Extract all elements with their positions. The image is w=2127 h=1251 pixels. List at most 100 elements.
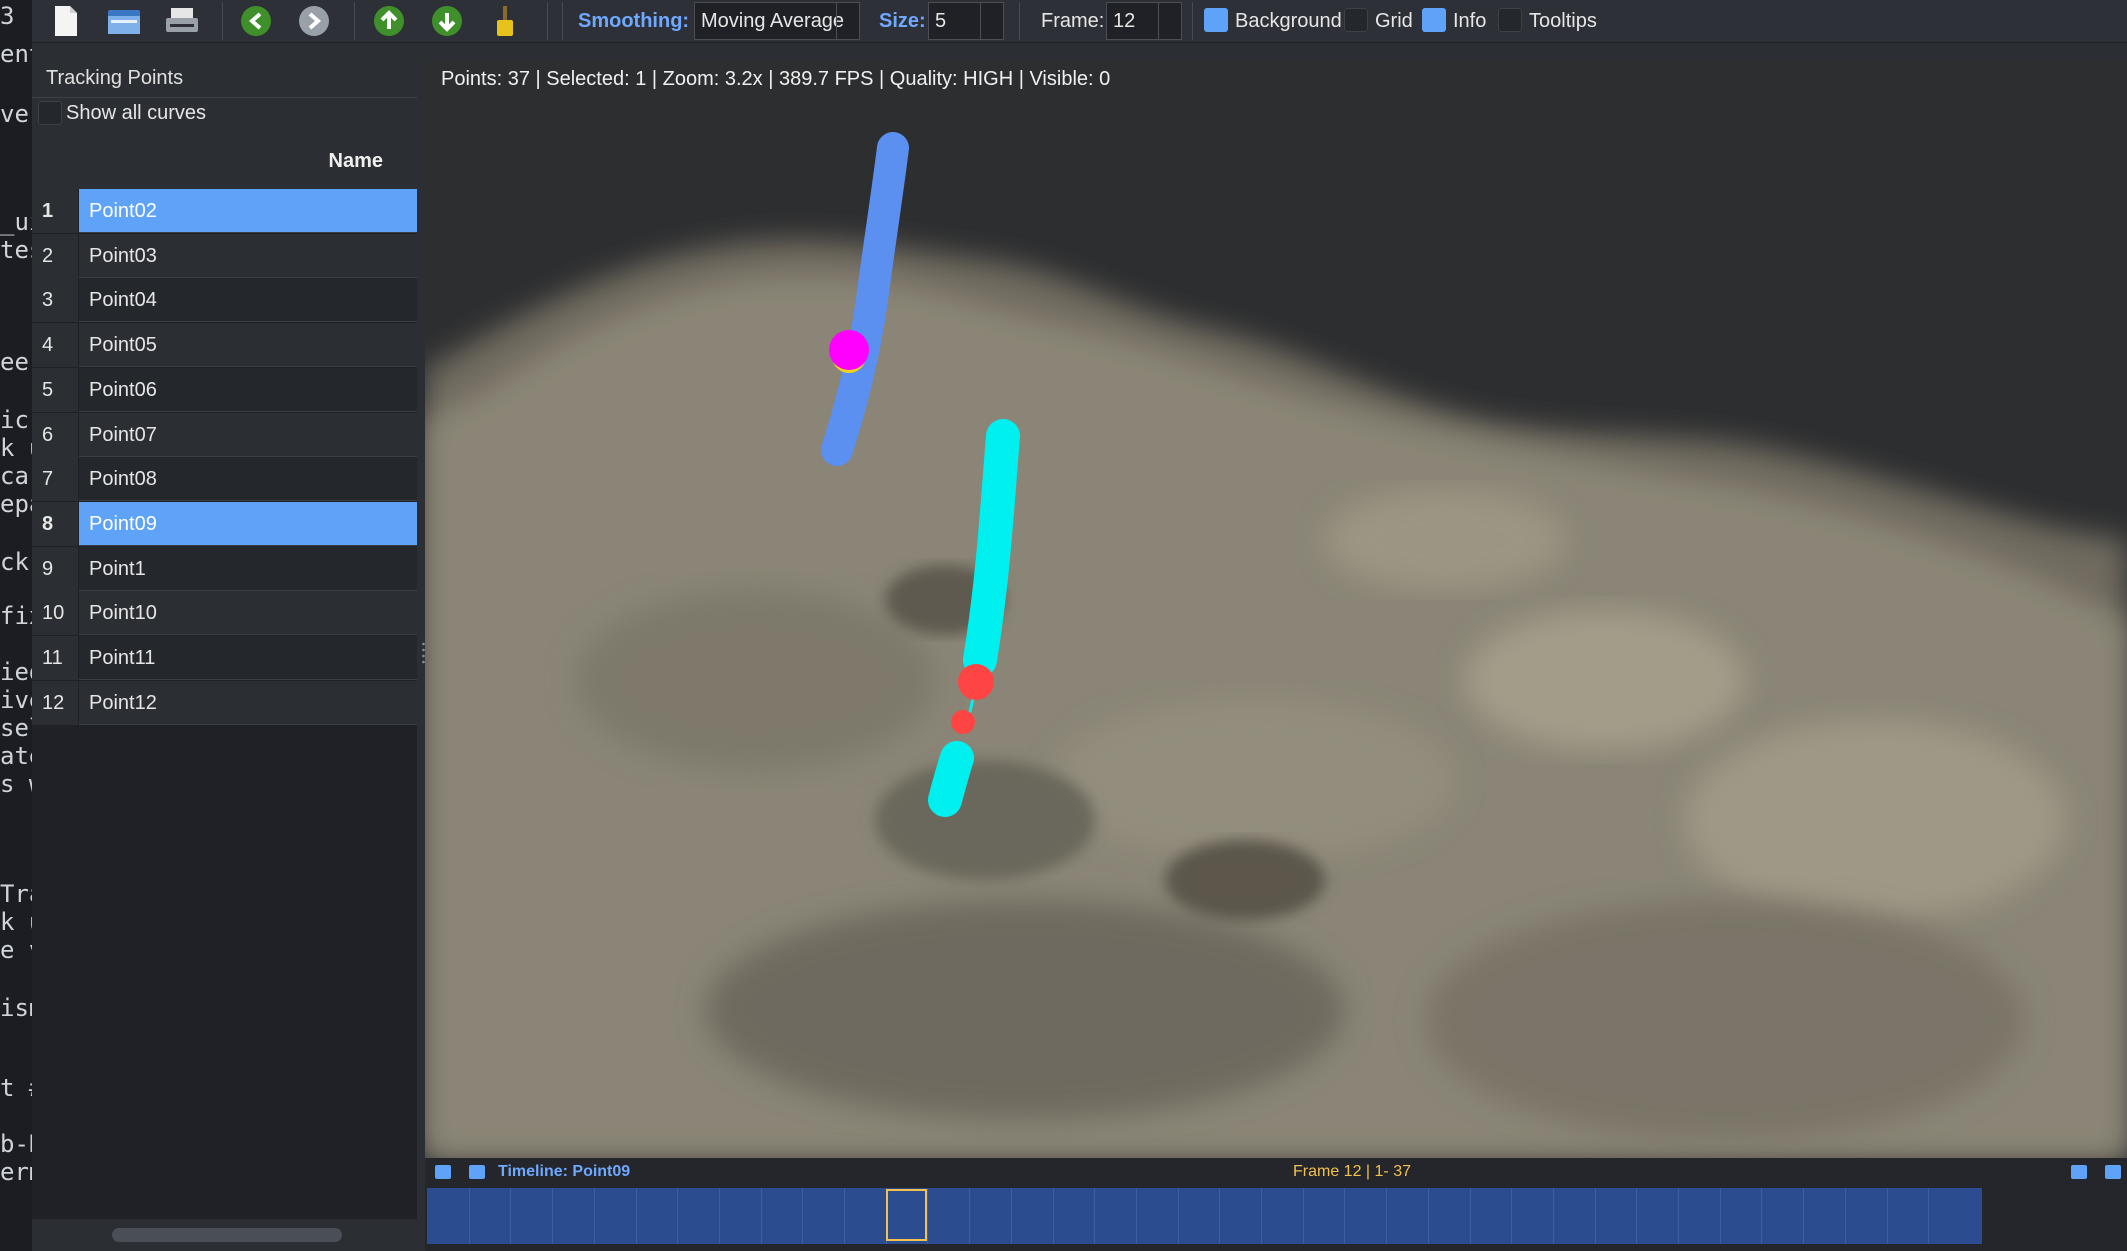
point-name-cell[interactable]: Point1 <box>79 546 417 591</box>
redo-arrow-icon[interactable] <box>295 2 333 40</box>
terminal-text-fragment: ent <box>0 40 32 68</box>
grid-checkbox[interactable] <box>1344 8 1368 32</box>
table-row[interactable]: 11 Point11 <box>32 636 417 680</box>
row-index: 11 <box>32 636 78 680</box>
size-label: Size: <box>879 10 926 32</box>
row-index: 9 <box>32 546 78 591</box>
table-row[interactable]: 1 Point02 <box>32 189 417 233</box>
row-index: 4 <box>32 323 78 368</box>
terminal-text-fragment: e v <box>0 936 32 964</box>
size-spinbox[interactable]: 5 <box>928 2 1004 40</box>
selected-tracking-point[interactable] <box>829 330 869 370</box>
timeline-prev-frame-icon[interactable] <box>469 1165 485 1179</box>
point-name-cell[interactable]: Point04 <box>79 278 417 323</box>
terminal-text-fragment: ee <box>0 348 29 376</box>
timeline-frame-divider <box>760 1188 762 1244</box>
points-table: Name 1 Point02 2 Point03 3 Point04 4 Point05 5 Po… <box>32 139 417 1219</box>
timeline-frame-info: Frame 12 | 1- 37 <box>1293 1163 1411 1180</box>
panel-title: Tracking Points <box>46 67 184 89</box>
terminal-text-fragment: ate <box>0 742 32 770</box>
terminal-text-fragment: epa <box>0 490 32 518</box>
timeline-frame-divider <box>1886 1188 1888 1244</box>
timeline-frame-divider <box>1010 1188 1012 1244</box>
point-name-cell[interactable]: Point05 <box>79 323 417 368</box>
table-row[interactable]: 2 Point03 <box>32 233 417 278</box>
info-checkbox[interactable] <box>1422 8 1446 32</box>
smoothing-dropdown-arrow[interactable] <box>836 3 859 39</box>
point-name-cell[interactable]: Point03 <box>79 233 417 278</box>
point-name-cell[interactable]: Point09 <box>79 501 417 546</box>
terminal-text-fragment: sel <box>0 714 32 742</box>
timeline-frame-divider <box>1594 1188 1596 1244</box>
timeline-frame-divider <box>1469 1188 1471 1244</box>
frame-spinbox[interactable]: 12 <box>1106 2 1182 40</box>
frame-label: Frame: <box>1041 10 1105 32</box>
terminal-text-fragment: ca <box>0 462 29 490</box>
horizontal-scrollbar[interactable] <box>112 1228 342 1242</box>
terminal-text-fragment: ic <box>0 406 29 434</box>
tracking-point-red[interactable] <box>958 664 994 700</box>
frame-spin-buttons[interactable] <box>1158 3 1181 39</box>
open-folder-icon[interactable] <box>105 2 143 40</box>
timeline-frame-divider <box>1052 1188 1054 1244</box>
move-down-icon[interactable] <box>428 2 466 40</box>
terminal-text-fragment: erm <box>0 1158 32 1186</box>
timeline-frame-divider <box>1552 1188 1554 1244</box>
table-row[interactable]: 8 Point09 <box>32 501 417 546</box>
new-file-icon[interactable] <box>47 2 85 40</box>
tracking-points-panel: Tracking Points Show all curves Name 1 Po… <box>32 43 417 1251</box>
background-toggle-label: Background <box>1235 10 1342 32</box>
toolbar-separator <box>222 2 223 40</box>
table-row[interactable]: 6 Point07 <box>32 412 417 457</box>
paint-brush-icon[interactable] <box>486 2 524 40</box>
timeline-track[interactable] <box>427 1188 1982 1244</box>
tooltips-checkbox[interactable] <box>1498 8 1522 32</box>
toolbar-separator <box>354 2 355 40</box>
size-spin-buttons[interactable] <box>980 3 1003 39</box>
background-checkbox[interactable] <box>1204 8 1228 32</box>
timeline-frame-divider <box>1177 1188 1179 1244</box>
point-name-cell[interactable]: Point07 <box>79 412 417 457</box>
terminal-text-fragment: s w <box>0 770 32 798</box>
viewport-canvas[interactable] <box>425 60 2127 1158</box>
timeline-title: Timeline: Point09 <box>498 1163 631 1180</box>
move-up-icon[interactable] <box>370 2 408 40</box>
table-row[interactable]: 4 Point05 <box>32 323 417 368</box>
row-index: 7 <box>32 457 78 502</box>
timeline-current-frame-marker[interactable] <box>885 1189 928 1241</box>
timeline-first-frame-icon[interactable] <box>435 1165 451 1179</box>
viewport-info-overlay: Points: 37 | Selected: 1 | Zoom: 3.2x | … <box>441 68 1111 90</box>
panel-divider <box>32 97 417 98</box>
save-icon[interactable] <box>163 2 201 40</box>
timeline-frame-divider <box>1511 1188 1513 1244</box>
toolbar-separator <box>547 2 548 40</box>
curve-viewport[interactable] <box>425 60 2127 1158</box>
tracking-point-red-lower[interactable] <box>951 710 975 734</box>
timeline-last-frame-icon[interactable] <box>2105 1165 2121 1179</box>
undo-arrow-icon[interactable] <box>237 2 275 40</box>
table-row[interactable]: 9 Point1 <box>32 546 417 591</box>
timeline-frame-divider <box>1928 1188 1930 1244</box>
timeline-frame-divider <box>802 1188 804 1244</box>
table-row[interactable]: 10 Point10 <box>32 591 417 636</box>
point-name-cell[interactable]: Point08 <box>79 457 417 502</box>
terminal-text-fragment: ve <box>0 100 29 128</box>
point-name-cell[interactable]: Point06 <box>79 367 417 412</box>
point-name-cell[interactable]: Point02 <box>79 189 417 233</box>
terminal-text-fragment: Tra <box>0 880 32 908</box>
smoothing-select[interactable]: Moving Average <box>694 2 860 40</box>
column-header-name[interactable]: Name <box>329 150 383 173</box>
table-row[interactable]: 5 Point06 <box>32 367 417 412</box>
table-row[interactable]: 12 Point12 <box>32 680 417 725</box>
row-index: 10 <box>32 591 78 636</box>
table-row[interactable]: 3 Point04 <box>32 278 417 323</box>
table-row[interactable]: 7 Point08 <box>32 457 417 502</box>
point-name-cell[interactable]: Point12 <box>79 680 417 725</box>
timeline-frame-divider <box>1636 1188 1638 1244</box>
timeline-next-frame-icon[interactable] <box>2071 1165 2087 1179</box>
point-name-cell[interactable]: Point11 <box>79 636 417 680</box>
show-all-curves-checkbox[interactable] <box>38 101 62 125</box>
terminal-text-fragment: 3 - <box>0 2 32 30</box>
point-name-cell[interactable]: Point10 <box>79 591 417 636</box>
timeline-frame-divider <box>1719 1188 1721 1244</box>
